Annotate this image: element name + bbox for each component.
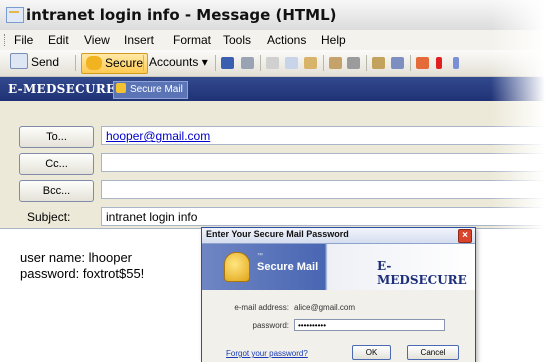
- to-field[interactable]: hooper@gmail.com: [101, 126, 551, 145]
- send-icon: [10, 53, 28, 69]
- accounts-label: Accounts: [149, 55, 199, 69]
- menu-help[interactable]: Help: [321, 33, 346, 47]
- dialog-title-bar: Enter Your Secure Mail Password ×: [202, 228, 475, 244]
- address-book-icon[interactable]: [372, 57, 385, 69]
- secure-button[interactable]: Secure: [81, 53, 149, 74]
- toolbar-separator: [366, 55, 367, 71]
- menu-edit[interactable]: Edit: [48, 33, 69, 47]
- importance-low-icon[interactable]: [453, 57, 459, 69]
- cc-field[interactable]: [101, 153, 551, 172]
- banner-brand: E-MEDSECURE: [377, 259, 467, 287]
- email-label: e-mail address:: [234, 303, 289, 312]
- toolbar-separator: [260, 55, 261, 71]
- print-icon[interactable]: [241, 57, 254, 69]
- copy-icon[interactable]: [285, 57, 298, 69]
- send-label: Send: [31, 55, 60, 69]
- check-names-icon[interactable]: [391, 57, 404, 69]
- ok-button[interactable]: OK: [352, 345, 391, 360]
- secure-label: Secure: [105, 56, 144, 70]
- toolbar-separator: [215, 55, 216, 71]
- attach-icon[interactable]: [329, 57, 342, 69]
- medsecure-toolbar: E-MEDSECURE Secure Mail: [0, 77, 551, 101]
- message-header: To... hooper@gmail.com Cc... Bcc... Subj…: [0, 101, 551, 226]
- password-field[interactable]: ••••••••••: [294, 319, 445, 331]
- options-icon[interactable]: [416, 57, 429, 69]
- secure-mail-label: Secure Mail: [130, 84, 183, 95]
- paperclip-icon[interactable]: [347, 57, 360, 69]
- accounts-button[interactable]: Accounts ▾: [149, 53, 208, 72]
- to-button[interactable]: To...: [19, 126, 94, 148]
- subject-field[interactable]: intranet login info: [101, 207, 551, 226]
- save-icon[interactable]: [221, 57, 234, 69]
- bcc-field[interactable]: [101, 180, 551, 199]
- subject-label: Subject:: [27, 210, 71, 224]
- menu-actions[interactable]: Actions: [267, 33, 306, 47]
- secure-mail-password-dialog: Enter Your Secure Mail Password × ™ Secu…: [201, 227, 476, 362]
- toolbar-separator: [323, 55, 324, 71]
- importance-high-icon[interactable]: [436, 57, 442, 69]
- padlock-icon: [116, 83, 126, 93]
- menu-format[interactable]: Format: [173, 33, 211, 47]
- body-line-password: password: foxtrot$55!: [20, 266, 145, 281]
- cc-button[interactable]: Cc...: [19, 153, 94, 175]
- window-title: intranet login info - Message (HTML): [26, 6, 337, 24]
- toolbar-separator: [75, 55, 76, 71]
- toolbar: Send Secure Accounts ▾: [0, 50, 551, 77]
- message-icon: [6, 7, 24, 23]
- paste-icon[interactable]: [304, 57, 317, 69]
- chevron-down-icon: ▾: [201, 55, 208, 69]
- bcc-button[interactable]: Bcc...: [19, 180, 94, 202]
- cancel-button[interactable]: Cancel: [407, 345, 459, 360]
- to-recipient[interactable]: hooper@gmail.com: [106, 129, 210, 143]
- password-label: password:: [252, 321, 289, 330]
- toolbar-separator: [143, 55, 144, 71]
- cut-icon[interactable]: [266, 57, 279, 69]
- secure-lock-icon: [86, 56, 102, 70]
- secure-mail-button[interactable]: Secure Mail: [113, 81, 188, 99]
- toolbar-separator: [410, 55, 411, 71]
- dialog-banner: ™ Secure Mail E-MEDSECURE: [202, 244, 475, 290]
- menu-bar: File Edit View Insert Format Tools Actio…: [0, 30, 551, 50]
- send-button[interactable]: Send: [10, 53, 59, 72]
- forgot-password-link[interactable]: Forgot your password?: [226, 349, 308, 358]
- menu-view[interactable]: View: [84, 33, 110, 47]
- menu-file[interactable]: File: [14, 33, 33, 47]
- email-value: alice@gmail.com: [294, 303, 356, 312]
- title-bar: intranet login info - Message (HTML): [0, 0, 551, 31]
- banner-secure-mail: Secure Mail: [257, 261, 319, 273]
- menubar-grip[interactable]: [4, 34, 8, 46]
- medsecure-brand: E-MEDSECURE: [8, 82, 116, 96]
- menu-insert[interactable]: Insert: [124, 33, 154, 47]
- padlock-icon: [224, 252, 250, 282]
- dialog-title: Enter Your Secure Mail Password: [206, 229, 349, 239]
- trademark-mark: ™: [257, 253, 263, 259]
- menu-tools[interactable]: Tools: [223, 33, 251, 47]
- body-line-username: user name: lhooper: [20, 250, 133, 265]
- message-window: intranet login info - Message (HTML) Fil…: [0, 0, 551, 362]
- close-icon[interactable]: ×: [458, 229, 472, 243]
